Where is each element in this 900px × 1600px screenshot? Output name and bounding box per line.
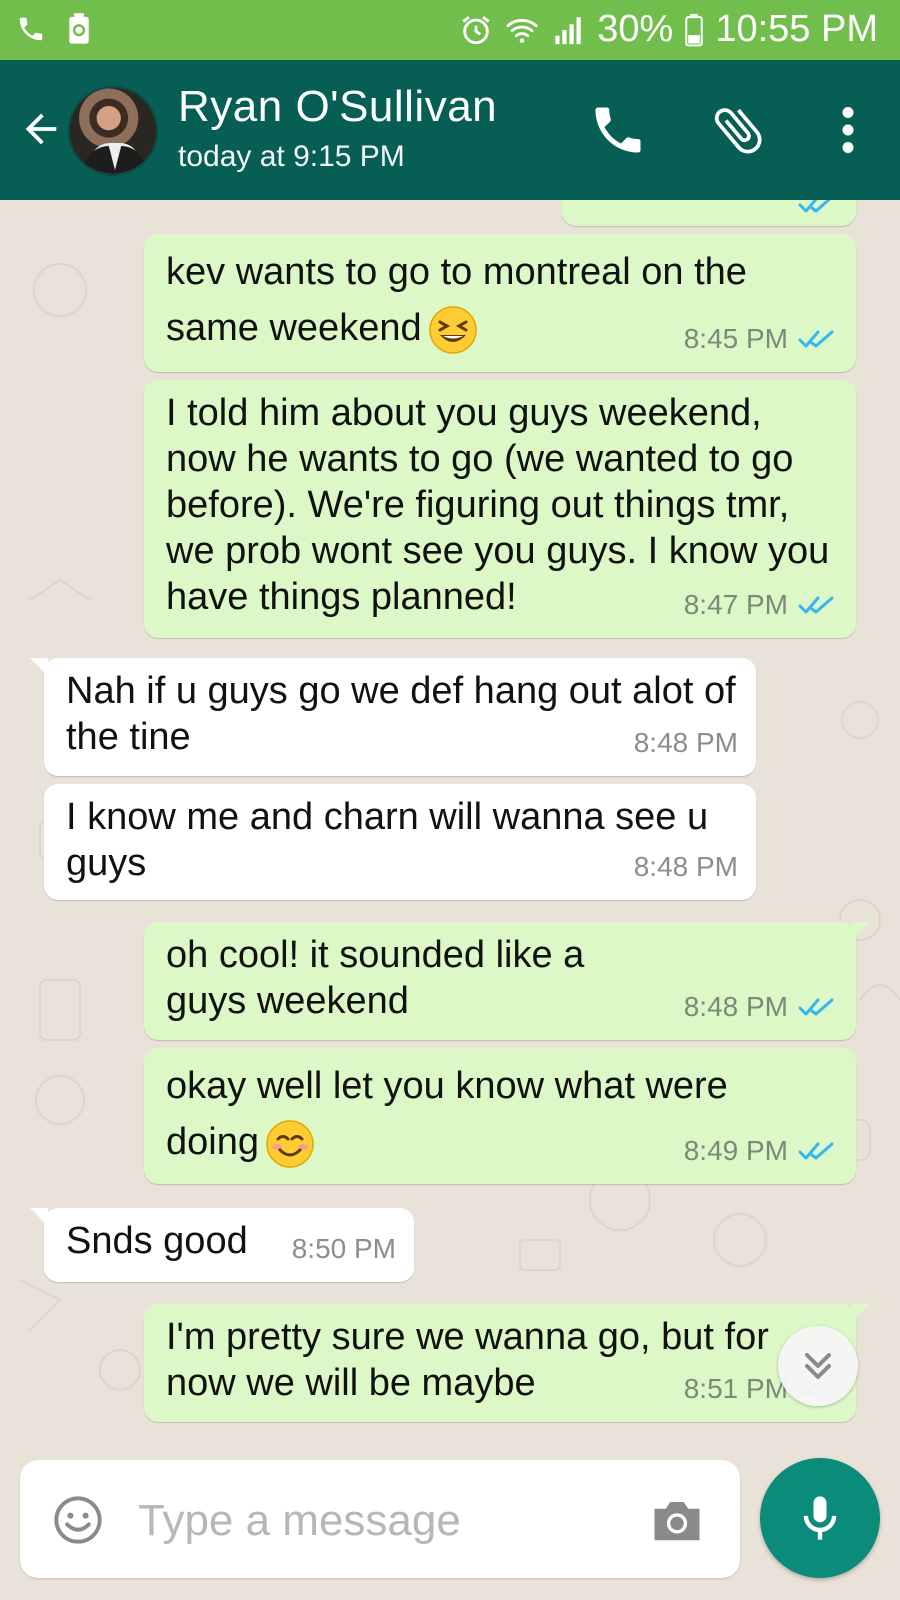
phone-icon[interactable]	[588, 100, 648, 160]
voice-message-button[interactable]	[760, 1458, 880, 1578]
back-arrow-icon[interactable]	[18, 106, 64, 152]
contact-name[interactable]: Ryan O'Sullivan	[178, 82, 497, 132]
message-bubble-outgoing[interactable]: okay well let you know what were doing 8…	[144, 1048, 856, 1184]
clock: 10:55 PM	[715, 8, 878, 50]
message-bubble-outgoing[interactable]: I'm pretty sure we wanna go, but for now…	[144, 1304, 870, 1422]
scroll-to-bottom-button[interactable]	[778, 1326, 858, 1406]
read-ticks-icon	[798, 1142, 834, 1160]
message-bubble-partial[interactable]	[562, 200, 856, 226]
message-bubble-outgoing[interactable]: I told him about you guys weekend, now h…	[144, 380, 856, 638]
message-text: oh cool! it sounded like a guys weekend	[166, 934, 585, 1022]
message-time: 8:48 PM	[633, 851, 738, 882]
wifi-icon	[506, 18, 538, 43]
status-bar: 30% 10:55 PM	[0, 0, 900, 60]
mic-icon	[803, 1496, 837, 1540]
emoji-icon[interactable]	[52, 1494, 104, 1546]
message-time: 8:47 PM	[683, 589, 788, 620]
phone-call-icon	[19, 17, 43, 41]
message-bubble-outgoing[interactable]: oh cool! it sounded like a guys weekend …	[144, 922, 870, 1040]
message-bubble-incoming[interactable]: Snds good 8:50 PM	[30, 1208, 414, 1282]
signal-icon	[555, 16, 582, 44]
recycle-battery-icon	[69, 13, 89, 44]
message-time: 8:45 PM	[683, 323, 788, 354]
message-time: 8:49 PM	[683, 1135, 788, 1166]
message-bubble-incoming[interactable]: Nah if u guys go we def hang out alot of…	[30, 658, 756, 776]
read-ticks-icon	[798, 200, 831, 213]
message-time: 8:48 PM	[683, 991, 788, 1022]
last-seen-status: today at 9:15 PM	[178, 140, 405, 173]
message-time: 8:51 PM	[683, 1373, 788, 1404]
message-text: okay well let you know what were doing	[166, 1065, 728, 1163]
read-ticks-icon	[798, 998, 834, 1016]
avatar[interactable]	[68, 86, 158, 176]
read-ticks-icon	[798, 330, 834, 348]
message-time: 8:48 PM	[633, 727, 738, 758]
message-composer[interactable]: Type a message	[20, 1460, 740, 1578]
message-list[interactable]: kev wants to go to montreal on the same …	[0, 200, 900, 1428]
paperclip-icon[interactable]	[708, 100, 768, 160]
message-bubble-outgoing[interactable]: kev wants to go to montreal on the same …	[144, 234, 856, 372]
battery-percentage: 30%	[597, 8, 674, 50]
camera-icon[interactable]	[650, 1496, 704, 1544]
grinning-squinting-face-emoji	[428, 306, 477, 354]
more-vert-icon[interactable]	[818, 100, 878, 160]
alarm-icon	[462, 15, 490, 44]
scroll-down-icon	[804, 1352, 832, 1380]
message-bubble-incoming[interactable]: I know me and charn will wanna see u guy…	[44, 784, 756, 900]
smiling-face-emoji	[266, 1120, 314, 1168]
chat-header: Ryan O'Sullivan today at 9:15 PM	[0, 60, 900, 200]
message-time: 8:50 PM	[291, 1233, 396, 1264]
read-ticks-icon	[798, 596, 834, 614]
message-input[interactable]: Type a message	[138, 1496, 461, 1546]
battery-icon	[685, 13, 704, 46]
